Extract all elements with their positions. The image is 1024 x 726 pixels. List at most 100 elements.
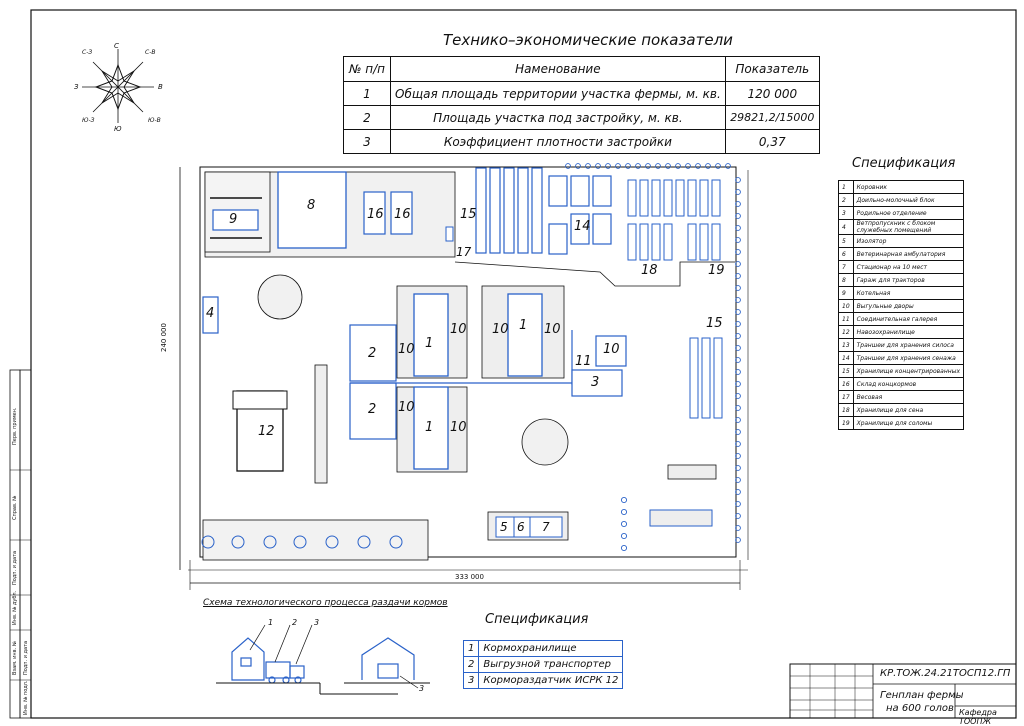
scheme-callout-1: 1 xyxy=(268,618,274,627)
spec-label: Доильно-молочный блок xyxy=(852,193,965,207)
te-table: № п/п Наменование Показатель 1 Общая пло… xyxy=(343,56,820,154)
spec-n: 12 xyxy=(838,325,854,339)
compass-rose-icon xyxy=(82,49,154,123)
spec-n: 17 xyxy=(838,390,854,404)
building-10-label: 10 xyxy=(603,342,620,357)
building-19-label: 19 xyxy=(708,263,725,278)
spec-label: Хранилище концентрированных xyxy=(852,364,965,378)
building-2-label: 2 xyxy=(368,402,377,417)
spec-label: Гараж для тракторов xyxy=(852,273,965,287)
side-label: Перв. примен. xyxy=(12,407,18,445)
building-10-label: 10 xyxy=(398,342,415,357)
spec-n: 10 xyxy=(838,299,854,313)
spec-label: Траншеи для хранения силоса xyxy=(852,338,965,352)
te-row-value: 120 000 xyxy=(724,81,820,106)
spec-label: Стационар на 10 мест xyxy=(852,260,965,274)
spec-n: 2 xyxy=(838,193,854,207)
building-10-label: 10 xyxy=(450,420,467,435)
te-row-value: 29821,2/15000 xyxy=(724,105,820,130)
spec-n: 9 xyxy=(838,286,854,300)
spec-label: Коровник xyxy=(852,180,965,194)
te-row-value: 0,37 xyxy=(724,129,820,154)
spec-label: Траншеи для хранения сенажа xyxy=(852,351,965,365)
spec-n: 8 xyxy=(838,273,854,287)
spec-label: Склад концкормов xyxy=(852,377,965,391)
spec-bottom-table: 1 Кормохранилище 2 Выгрузной транспортер 3… xyxy=(462,640,624,689)
building-8-label: 8 xyxy=(307,198,316,213)
stamp-code: КР.ТОЖ.24.21ТОСП12.ГП xyxy=(880,668,1011,679)
spec-n: 4 xyxy=(838,219,854,235)
spec-label: Котельная xyxy=(852,286,965,300)
spec-bottom-label: Выгрузной транспортер xyxy=(478,656,624,673)
spec-label: Хранилище для соломы xyxy=(852,416,965,430)
building-10-label: 10 xyxy=(544,322,561,337)
building-4-label: 4 xyxy=(206,306,215,321)
building-15-label: 15 xyxy=(706,316,723,331)
scheme-callout-3b: 3 xyxy=(419,684,425,693)
spec-n: 6 xyxy=(838,247,854,261)
building-10-label: 10 xyxy=(492,322,509,337)
spec-n: 18 xyxy=(838,403,854,417)
spec-n: 14 xyxy=(838,351,854,365)
spec-right-table: 1 Коровник 2 Доильно-молочный блок 3 Родиль… xyxy=(838,180,965,430)
spec-label: Весовая xyxy=(852,390,965,404)
spec-n: 5 xyxy=(838,234,854,248)
building-11-label: 11 xyxy=(575,354,592,369)
side-label: Инв. № дубл. xyxy=(12,590,18,625)
te-row-n: 3 xyxy=(343,129,391,154)
te-row-name: Общая площадь территории участка фермы, … xyxy=(390,81,726,106)
building-3-label: 3 xyxy=(591,375,600,390)
compass-w: З xyxy=(74,83,79,91)
building-10-label: 10 xyxy=(398,400,415,415)
te-header-name: Наменование xyxy=(390,56,726,82)
compass-e: В xyxy=(158,83,163,91)
spec-bottom-label: Кормохранилище xyxy=(478,640,624,657)
spec-label: Изолятор xyxy=(852,234,965,248)
te-header-n: № п/п xyxy=(343,56,391,82)
spec-bottom-title: Спецификация xyxy=(485,612,589,627)
compass-n: С xyxy=(114,42,119,50)
side-label: Взам. инв. № xyxy=(12,641,18,675)
te-row-n: 1 xyxy=(343,81,391,106)
building-1-label: 1 xyxy=(519,318,528,333)
building-1-label: 1 xyxy=(425,420,434,435)
side-label: Инв. № подл. xyxy=(23,680,29,716)
spec-n: 3 xyxy=(838,206,854,220)
dimension-width: 333 000 xyxy=(455,573,484,581)
spec-bottom-n: 1 xyxy=(462,640,480,657)
building-16-label: 16 xyxy=(394,207,411,222)
spec-n: 19 xyxy=(838,416,854,430)
side-label: Подп. и дата xyxy=(23,640,29,675)
spec-n: 13 xyxy=(838,338,854,352)
spec-bottom-n: 3 xyxy=(462,672,480,689)
side-label: Подп. и дата xyxy=(12,550,18,585)
spec-n: 7 xyxy=(838,260,854,274)
spec-n: 15 xyxy=(838,364,854,378)
spec-bottom-label: Кормораздатчик ИСРК 12 xyxy=(478,672,624,689)
spec-n: 1 xyxy=(838,180,854,194)
building-5-label: 5 xyxy=(500,520,508,534)
building-1-label: 1 xyxy=(425,336,434,351)
stamp-title-1: Генплан фермы xyxy=(880,690,964,701)
te-row-n: 2 xyxy=(343,105,391,130)
spec-n: 11 xyxy=(838,312,854,326)
building-18-label: 18 xyxy=(641,263,658,278)
building-6-label: 6 xyxy=(517,520,525,534)
building-16-label: 16 xyxy=(367,207,384,222)
spec-label: Соединительная галерея xyxy=(852,312,965,326)
scheme-callout-2: 2 xyxy=(292,618,298,627)
compass-nw: С-З xyxy=(82,49,93,56)
building-10-label: 10 xyxy=(450,322,467,337)
stamp-title-2: на 600 голов xyxy=(886,703,954,714)
te-row-name: Площадь участка под застройку, м. кв. xyxy=(390,105,726,130)
te-row-name: Коэффициент плотности застройки xyxy=(390,129,726,154)
spec-n: 16 xyxy=(838,377,854,391)
te-title: Технико–экономические показатели xyxy=(443,31,733,49)
dimension-height: 240 000 xyxy=(160,323,168,352)
building-9-label: 9 xyxy=(229,212,238,227)
building-15-label: 15 xyxy=(460,207,477,222)
spec-bottom-n: 2 xyxy=(462,656,480,673)
compass-sw: Ю-З xyxy=(82,117,95,124)
spec-right-title: Спецификация xyxy=(852,156,956,171)
scheme-callout-3: 3 xyxy=(314,618,320,627)
